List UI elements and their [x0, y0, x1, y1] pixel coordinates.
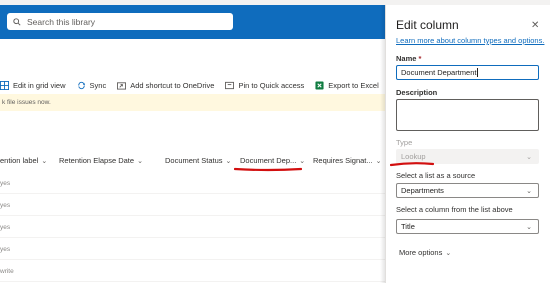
- source-list-select[interactable]: Departments ⌄: [396, 183, 539, 198]
- chevron-down-icon: ⌄: [225, 157, 232, 165]
- chevron-down-icon: ⌄: [41, 157, 48, 165]
- search-icon: [13, 17, 21, 26]
- banner-text: k file issues now.: [2, 99, 51, 106]
- row-cell: yes: [0, 202, 11, 209]
- column-requires-signature-text: Requires Signat...: [313, 156, 373, 165]
- column-requires-signature[interactable]: Requires Signat... ⌄: [313, 156, 382, 165]
- type-label: Type: [396, 138, 413, 147]
- required-marker: *: [418, 54, 422, 63]
- type-select-value: Lookup: [401, 152, 426, 161]
- name-label: Name *: [396, 54, 421, 63]
- row-cell: yes: [0, 224, 11, 231]
- command-bar: Edit in grid view Sync Add shortcut to O…: [0, 78, 397, 92]
- chevron-down-icon: ⌄: [137, 157, 143, 165]
- excel-icon: [315, 80, 324, 90]
- pin-quick-access-button[interactable]: Pin to Quick access: [225, 81, 304, 90]
- row-cell: write: [0, 268, 14, 275]
- shortcut-icon: [117, 81, 127, 90]
- description-label: Description: [396, 88, 438, 97]
- row-cell: yes: [0, 180, 11, 187]
- edit-grid-label: Edit in grid view: [13, 80, 66, 90]
- close-icon[interactable]: ✕: [531, 20, 539, 31]
- table-row[interactable]: yes: [0, 194, 385, 216]
- learn-more-link[interactable]: Learn more about column types and option…: [396, 36, 544, 45]
- pin-label: Pin to Quick access: [238, 80, 305, 90]
- add-shortcut-button[interactable]: Add shortcut to OneDrive: [117, 81, 214, 90]
- column-retention-label[interactable]: ention label ⌄: [0, 156, 47, 165]
- notification-banner: k file issues now.: [0, 94, 385, 111]
- chevron-down-icon: ⌄: [299, 157, 306, 165]
- source-column-value: Title: [401, 222, 415, 231]
- add-shortcut-label: Add shortcut to OneDrive: [130, 80, 215, 90]
- column-document-status-text: Document Status: [165, 156, 223, 165]
- row-cell: yes: [0, 246, 11, 253]
- chevron-down-icon: ⌄: [526, 224, 532, 231]
- suite-header: Search this library: [0, 5, 385, 39]
- pin-icon: [225, 81, 235, 89]
- description-field[interactable]: [396, 99, 539, 131]
- source-list-value: Departments: [401, 186, 444, 195]
- table-row[interactable]: yes: [0, 172, 385, 194]
- sync-label: Sync: [89, 80, 107, 90]
- table-row[interactable]: yes: [0, 216, 385, 238]
- more-options-label: More options: [399, 248, 443, 257]
- panel-title: Edit column: [396, 18, 459, 32]
- column-document-dept[interactable]: Document Dep... ⌄: [240, 156, 305, 165]
- sync-button[interactable]: Sync: [77, 80, 107, 90]
- chevron-down-icon: ⌄: [526, 154, 532, 161]
- column-document-dept-text: Document Dep...: [240, 156, 297, 165]
- column-retention-label-text: ention label: [0, 156, 39, 165]
- table-row[interactable]: write: [0, 260, 385, 282]
- text-caret: [477, 68, 479, 77]
- column-source-label: Select a column from the list above: [396, 205, 513, 214]
- column-retention-elapse[interactable]: Retention Elapse Date ⌄: [59, 156, 143, 165]
- export-excel-button[interactable]: Export to Excel: [315, 80, 379, 90]
- sync-icon: [77, 81, 85, 89]
- export-label: Export to Excel: [328, 80, 379, 90]
- chevron-down-icon: ⌄: [526, 188, 532, 195]
- search-box[interactable]: Search this library: [7, 13, 233, 30]
- edit-column-panel: Edit column ✕ Learn more about column ty…: [385, 5, 550, 283]
- column-document-status[interactable]: Document Status ⌄: [165, 156, 231, 165]
- source-label: Select a list as a source: [396, 171, 476, 180]
- name-label-text: Name: [396, 54, 417, 63]
- name-field[interactable]: Document Department: [396, 65, 539, 80]
- chevron-down-icon: ⌄: [445, 249, 452, 257]
- column-retention-elapse-text: Retention Elapse Date: [59, 156, 135, 165]
- edit-grid-view-button[interactable]: Edit in grid view: [0, 80, 66, 90]
- grid-icon: [0, 80, 9, 90]
- name-field-value: Document Department: [401, 68, 477, 77]
- more-options-button[interactable]: More options ⌄: [399, 248, 451, 257]
- table-row[interactable]: yes: [0, 238, 385, 260]
- search-placeholder: Search this library: [27, 16, 96, 27]
- source-column-select[interactable]: Title ⌄: [396, 219, 539, 234]
- annotation-underline-lookup: [390, 162, 434, 167]
